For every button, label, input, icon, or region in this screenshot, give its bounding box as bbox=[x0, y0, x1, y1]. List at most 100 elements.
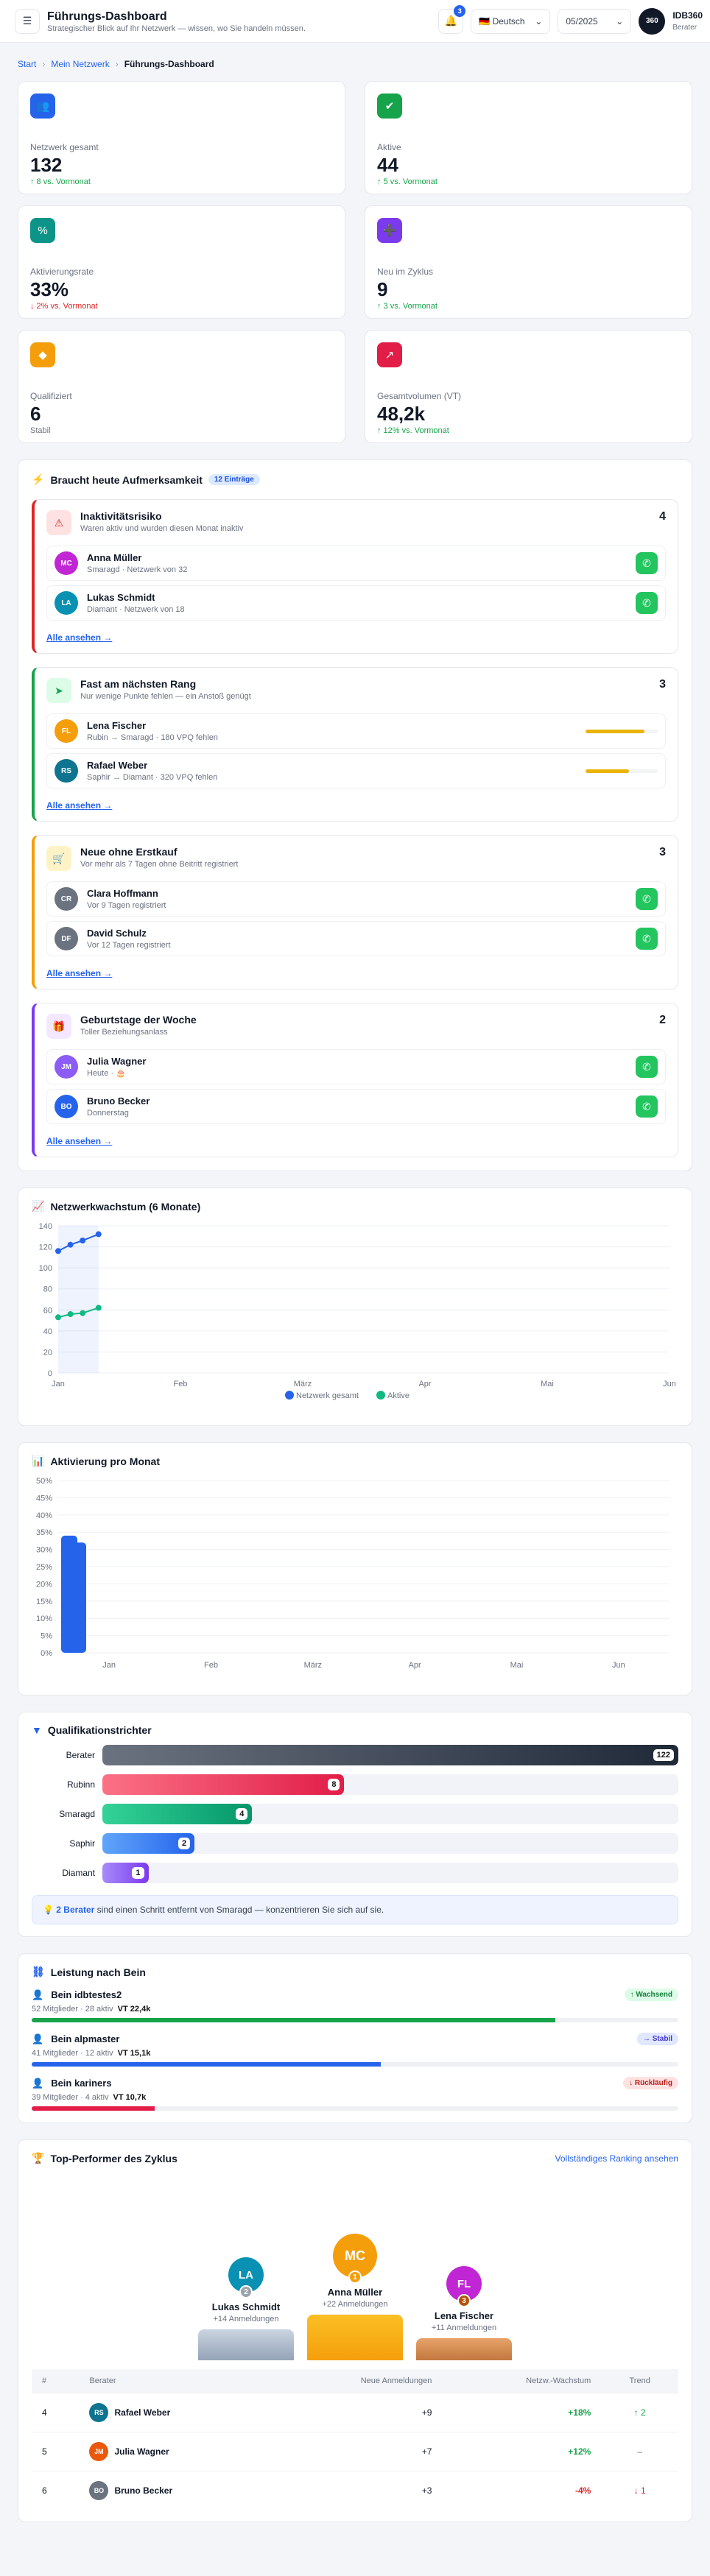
group-count: 3 bbox=[659, 678, 666, 691]
data-point bbox=[80, 1310, 86, 1316]
list-item[interactable]: LA Lukas Schmidt Diamant · Netzwerk von 18… bbox=[46, 585, 666, 621]
legend-swatch bbox=[376, 1391, 385, 1400]
rank-cell: 5 bbox=[32, 2432, 80, 2471]
whatsapp-icon[interactable]: ✆ bbox=[636, 1095, 658, 1118]
podium: LA 2 Lukas Schmidt +14 Anmeldungen MC 1 Anna M… bbox=[32, 2176, 678, 2360]
whatsapp-icon[interactable]: ✆ bbox=[636, 888, 658, 910]
page-header: Führungs-Dashboard Strategischer Blick a… bbox=[47, 10, 431, 33]
breadcrumb: Start › Mein Netzwerk › Führungs-Dashboard bbox=[0, 43, 710, 81]
legs-list: 👤 Bein idbtestes2 ↑ Wachsend 52 Mitglieder … bbox=[32, 1989, 678, 2111]
period-select[interactable]: 05/2025 ⌄ bbox=[558, 8, 632, 34]
attention-group: ➤ Fast am nächsten Rang Nur wenige Punkte … bbox=[32, 667, 678, 822]
y-tick-label: 20% bbox=[36, 1580, 52, 1589]
user-icon: 👤 bbox=[32, 2033, 44, 2044]
breadcrumb-home[interactable]: Start bbox=[18, 59, 36, 69]
attention-card: ⚡ Braucht heute Aufmerksamkeit 12 Einträge… bbox=[18, 459, 692, 1171]
kpi-value: 48,2k bbox=[377, 403, 426, 425]
column-header: Netzw.-Wachstum bbox=[526, 2376, 591, 2385]
list-item[interactable]: RS Rafael Weber Saphir → Diamant · 320 VPQ… bbox=[46, 753, 666, 788]
avatar: LA bbox=[55, 591, 78, 615]
lightbulb-icon: 💡 bbox=[43, 1905, 54, 1915]
column-header: Neue Anmeldungen bbox=[360, 2376, 432, 2385]
leg-header: 👤 Bein alpmaster → Stabil bbox=[32, 2033, 678, 2045]
kpi-trend: ↓ 2% vs. Vormonat bbox=[30, 302, 98, 311]
column-header: Trend bbox=[629, 2376, 650, 2385]
breadcrumb-network[interactable]: Mein Netzwerk bbox=[51, 59, 109, 69]
avatar: FL bbox=[55, 719, 78, 743]
list-item[interactable]: BO Bruno Becker Donnerstag ✆ bbox=[46, 1089, 666, 1124]
bell-icon[interactable]: 🔔 3 bbox=[438, 4, 466, 34]
funnel-label: Smaragd bbox=[59, 1809, 95, 1819]
y-tick-label: 50% bbox=[36, 1477, 52, 1486]
avatar: DF bbox=[55, 927, 78, 950]
cart-icon: 🛒 bbox=[46, 846, 71, 871]
whatsapp-icon[interactable]: ✆ bbox=[636, 592, 658, 614]
list-item[interactable]: JM Julia Wagner Heute · 🎂 ✆ bbox=[46, 1049, 666, 1084]
data-point bbox=[55, 1248, 61, 1255]
podium-block bbox=[198, 2329, 294, 2360]
table-row[interactable]: 6 BO Bruno Becker +3 -4% ↓ 1 bbox=[32, 2471, 678, 2510]
table-row[interactable]: 5 JM Julia Wagner +7 +12% – bbox=[32, 2432, 678, 2471]
progress-fill bbox=[586, 769, 629, 773]
user-meta: IDB360 Berater bbox=[672, 10, 703, 32]
group-text: Neue ohne Erstkauf Vor mehr als 7 Tagen o… bbox=[80, 846, 650, 869]
data-point bbox=[95, 1231, 102, 1238]
avatar: RS bbox=[55, 759, 78, 783]
leg-vt: VT 15,1k bbox=[117, 2049, 151, 2058]
person-name: Julia Wagner bbox=[87, 1056, 147, 1067]
kpi-value: 6 bbox=[30, 403, 41, 425]
leg-item: 👤 Bein alpmaster → Stabil 41 Mitglieder · 1… bbox=[32, 2033, 678, 2067]
avatar-initials: LA bbox=[239, 2268, 253, 2282]
whatsapp-icon[interactable]: ✆ bbox=[636, 552, 658, 574]
person-meta: Rubin → Smaragd · 180 VPQ fehlen bbox=[87, 733, 218, 742]
legs-title: Leistung nach Bein bbox=[50, 1966, 146, 1978]
group-text: Inaktivitätsrisiko Waren aktiv und wurden… bbox=[80, 510, 650, 533]
new-signups-cell: +7 bbox=[271, 2432, 443, 2471]
page-title: Führungs-Dashboard bbox=[47, 10, 167, 23]
trophy-icon: 🏆 bbox=[32, 2152, 45, 2164]
podium-name: Lukas Schmidt bbox=[211, 2301, 281, 2312]
podium-place[interactable]: FL 3 Lena Fischer +11 Anmeldungen bbox=[416, 2266, 512, 2360]
column-header: # bbox=[42, 2376, 47, 2385]
legend-swatch bbox=[285, 1391, 294, 1400]
period-value: 05/2025 bbox=[566, 15, 598, 27]
rank-badge: 3 bbox=[457, 2294, 471, 2307]
list-item[interactable]: CR Clara Hoffmann Vor 9 Tagen registriert ✆ bbox=[46, 881, 666, 917]
person-info: Julia Wagner Heute · 🎂 bbox=[87, 1056, 627, 1078]
list-item[interactable]: FL Lena Fischer Rubin → Smaragd · 180 VPQ … bbox=[46, 713, 666, 749]
view-all-link[interactable]: Alle ansehen → bbox=[46, 800, 112, 811]
person-info: Clara Hoffmann Vor 9 Tagen registriert bbox=[87, 888, 627, 910]
person-name: Bruno Becker bbox=[87, 1095, 150, 1107]
table-row[interactable]: 4 RS Rafael Weber +9 +18% ↑ 2 bbox=[32, 2393, 678, 2432]
leg-members: 39 Mitglieder · 4 aktiv bbox=[32, 2093, 109, 2102]
list-item[interactable]: DF David Schulz Vor 12 Tagen registriert ✆ bbox=[46, 921, 666, 956]
podium-place[interactable]: MC 1 Anna Müller +22 Anmeldungen bbox=[307, 2234, 403, 2360]
person-name: Rafael Weber bbox=[87, 760, 148, 771]
funnel-bar: 4 bbox=[102, 1804, 253, 1824]
whatsapp-icon[interactable]: ✆ bbox=[636, 928, 658, 950]
y-tick-label: 10% bbox=[36, 1615, 52, 1623]
growth-cell: -4% bbox=[442, 2471, 602, 2510]
leg-members: 52 Mitglieder · 28 aktiv bbox=[32, 2005, 113, 2014]
gift-icon: 🎁 bbox=[46, 1014, 71, 1039]
advisor-cell: RS Rafael Weber bbox=[79, 2393, 272, 2432]
kpi-card: ➕ Neu im Zyklus 9 ↑ 3 vs. Vormonat bbox=[365, 205, 692, 319]
whatsapp-icon[interactable]: ✆ bbox=[636, 1056, 658, 1078]
leg-name: Bein kariners bbox=[51, 2078, 112, 2089]
language-select[interactable]: 🇩🇪 Deutsch ⌄ bbox=[471, 8, 551, 34]
view-all-link[interactable]: Alle ansehen → bbox=[46, 968, 112, 978]
attention-groups: ⚠ Inaktivitätsrisiko Waren aktiv und wurde… bbox=[32, 499, 678, 1157]
full-ranking-link[interactable]: Vollständiges Ranking ansehen bbox=[555, 2153, 678, 2164]
podium-place[interactable]: LA 2 Lukas Schmidt +14 Anmeldungen bbox=[198, 2257, 294, 2360]
table-body: 4 RS Rafael Weber +9 +18% ↑ 2 5 JM Julia Wagner +… bbox=[32, 2393, 678, 2510]
growth-cell: +18% bbox=[442, 2393, 602, 2432]
leg-members: 41 Mitglieder · 12 aktiv bbox=[32, 2049, 113, 2058]
menu-icon[interactable]: ☰ bbox=[15, 8, 40, 34]
list-item[interactable]: MC Anna Müller Smaragd · Netzwerk von 32 ✆ bbox=[46, 546, 666, 581]
user-plus-icon: ➕ bbox=[377, 218, 402, 243]
avatar[interactable]: 360 bbox=[639, 7, 666, 35]
legs-card: ⛓ Leistung nach Bein 👤 Bein idbtestes2 ↑ Wa… bbox=[18, 1953, 692, 2123]
view-all-link[interactable]: Alle ansehen → bbox=[46, 632, 112, 643]
attention-group: 🎁 Geburtstage der Woche Toller Beziehungsa… bbox=[32, 1003, 678, 1157]
view-all-link[interactable]: Alle ansehen → bbox=[46, 1136, 112, 1146]
